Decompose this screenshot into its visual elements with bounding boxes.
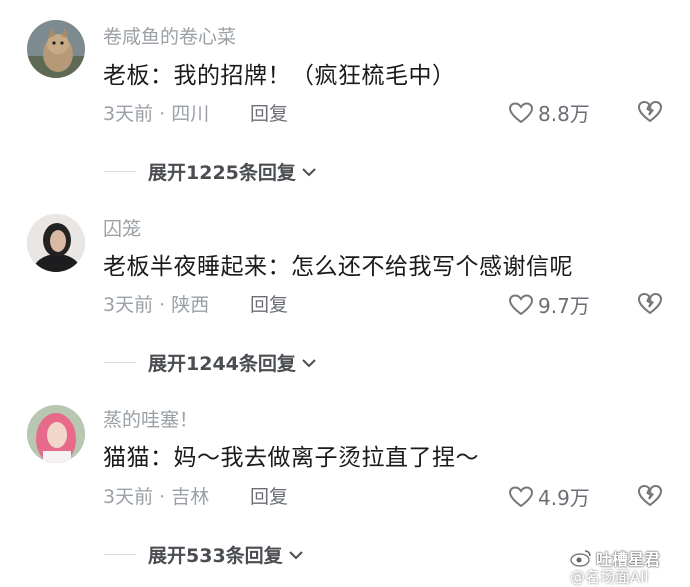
comment-meta: 3天前 · 吉林 [103,486,210,508]
heart-icon [508,293,534,315]
expand-replies-label: 展开1244条回复 [148,353,296,375]
reply-button[interactable]: 回复 [250,290,288,317]
chevron-down-icon [288,550,303,559]
expand-replies-label: 展开1225条回复 [148,162,296,184]
broken-heart-icon [637,484,663,507]
like-button[interactable]: 4.9万 [508,482,590,511]
watermark-sub: @名场面All [570,568,649,586]
heart-icon [508,485,534,507]
expand-replies[interactable]: 展开1244条回复 [104,349,318,376]
broken-heart-icon [637,100,663,123]
like-count: 9.7万 [538,294,590,318]
comment-text: 猫猫：妈～我去做离子烫拉直了捏～ [103,445,479,471]
comment-text: 老板：我的招牌！（疯狂梳毛中） [103,63,456,89]
cat-avatar[interactable] [27,20,85,78]
expand-replies-label: 展开533条回复 [148,545,283,567]
pink-hair-avatar[interactable] [27,405,85,463]
like-count: 4.9万 [538,486,590,510]
username[interactable]: 蒸的哇塞！ [103,405,198,432]
divider [104,554,136,555]
dislike-button[interactable] [636,482,664,508]
girl-avatar[interactable] [27,214,85,272]
expand-replies[interactable]: 展开533条回复 [104,541,305,568]
divider [104,362,136,363]
like-button[interactable]: 9.7万 [508,290,590,319]
expand-replies[interactable]: 展开1225条回复 [104,158,318,185]
like-count: 8.8万 [538,102,590,126]
weibo-icon [570,550,591,567]
username[interactable]: 卷咸鱼的卷心菜 [103,22,236,49]
dislike-button[interactable] [636,98,664,124]
heart-icon [508,101,534,123]
broken-heart-icon [637,292,663,315]
comment-meta: 3天前 · 陕西 [103,294,210,316]
chevron-down-icon [302,358,316,367]
dislike-button[interactable] [636,290,664,316]
like-button[interactable]: 8.8万 [508,98,590,127]
chevron-down-icon [302,167,316,176]
reply-button[interactable]: 回复 [250,99,288,126]
comment-meta: 3天前 · 四川 [103,103,210,125]
username[interactable]: 囚笼 [103,214,141,241]
reply-button[interactable]: 回复 [250,482,288,509]
divider [104,171,136,172]
comment-text: 老板半夜睡起来：怎么还不给我写个感谢信呢 [103,254,573,280]
